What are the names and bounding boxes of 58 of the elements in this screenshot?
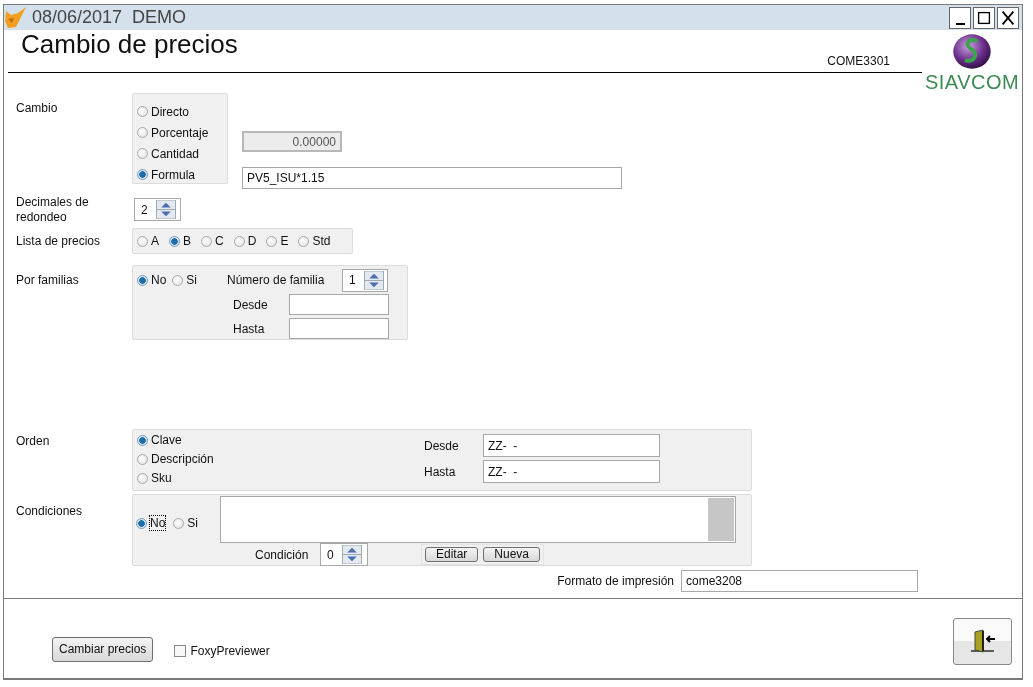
- formula-field[interactable]: PV5_ISU*1.15: [242, 167, 622, 189]
- form-title: Cambio de precios: [21, 29, 238, 60]
- small-button[interactable]: Nueva: [483, 547, 541, 562]
- minimize-icon: [955, 23, 965, 25]
- radio-option[interactable]: No: [136, 503, 166, 543]
- exit-button[interactable]: [953, 617, 1012, 665]
- radio-option[interactable]: Sku: [137, 472, 424, 484]
- checkbox-option[interactable]: FoxyPreviewer: [174, 644, 270, 658]
- spin-arrows-icon[interactable]: [341, 545, 363, 564]
- spinner-field[interactable]: 0: [320, 543, 368, 566]
- fox-icon: [4, 6, 28, 29]
- close-button[interactable]: [997, 6, 1019, 29]
- spinner-field[interactable]: 1: [342, 268, 388, 292]
- from-field[interactable]: [289, 294, 389, 315]
- logo-text: SIAVCOM: [924, 71, 1020, 93]
- scrollbar[interactable]: [708, 498, 734, 541]
- minimize-button[interactable]: [949, 6, 971, 29]
- radio-option[interactable]: No: [137, 273, 167, 287]
- radio-option[interactable]: D: [233, 234, 257, 248]
- to-field[interactable]: ZZ- -: [483, 460, 660, 483]
- field-label: Cambio: [15, 100, 59, 115]
- field-label: Decimales de redondeo: [15, 195, 90, 225]
- radio-option[interactable]: C: [201, 234, 224, 248]
- spinner-field[interactable]: 2: [134, 198, 181, 221]
- window-title: 08/06/2017 DEMO: [32, 7, 187, 28]
- field-label: Hasta: [424, 464, 457, 479]
- field-label: Hasta: [232, 321, 266, 336]
- field-label: Por familias: [15, 272, 80, 287]
- field-label: Condiciones: [15, 503, 84, 518]
- radio-option[interactable]: Formula: [137, 169, 227, 180]
- radio-option[interactable]: E: [266, 234, 289, 248]
- small-button[interactable]: Editar: [425, 547, 479, 562]
- field-label: Desde: [232, 297, 269, 312]
- radio-option[interactable]: Si: [173, 503, 198, 543]
- field-label: Orden: [15, 433, 51, 448]
- field-label: Lista de precios: [15, 233, 102, 248]
- radio-option[interactable]: Cantidad: [137, 148, 227, 159]
- close-icon: [999, 8, 1017, 27]
- radio-option[interactable]: Descripción: [137, 453, 424, 465]
- field-label: Número de familia: [227, 273, 326, 287]
- field-label: Condición: [255, 547, 310, 562]
- radio-option[interactable]: Std: [298, 234, 331, 248]
- radio-option[interactable]: Directo: [137, 106, 227, 117]
- to-field[interactable]: [289, 318, 389, 339]
- field-label: Formato de impresión: [557, 574, 674, 588]
- spin-arrows-icon[interactable]: [363, 270, 385, 290]
- field-label: Desde: [424, 438, 460, 453]
- radio-option[interactable]: Porcentaje: [137, 127, 227, 138]
- spin-arrows-icon[interactable]: [155, 200, 177, 219]
- maximize-button[interactable]: [973, 6, 995, 29]
- from-field[interactable]: ZZ- -: [483, 434, 660, 457]
- radio-option[interactable]: Si: [172, 273, 197, 287]
- radio-option[interactable]: A: [137, 234, 159, 248]
- change-prices-button[interactable]: Cambiar precios: [52, 637, 154, 662]
- print-format-field[interactable]: come3208: [681, 570, 918, 592]
- radio-option[interactable]: Clave: [137, 434, 424, 446]
- form-code: COME3301: [827, 54, 890, 68]
- radio-option[interactable]: B: [169, 234, 192, 248]
